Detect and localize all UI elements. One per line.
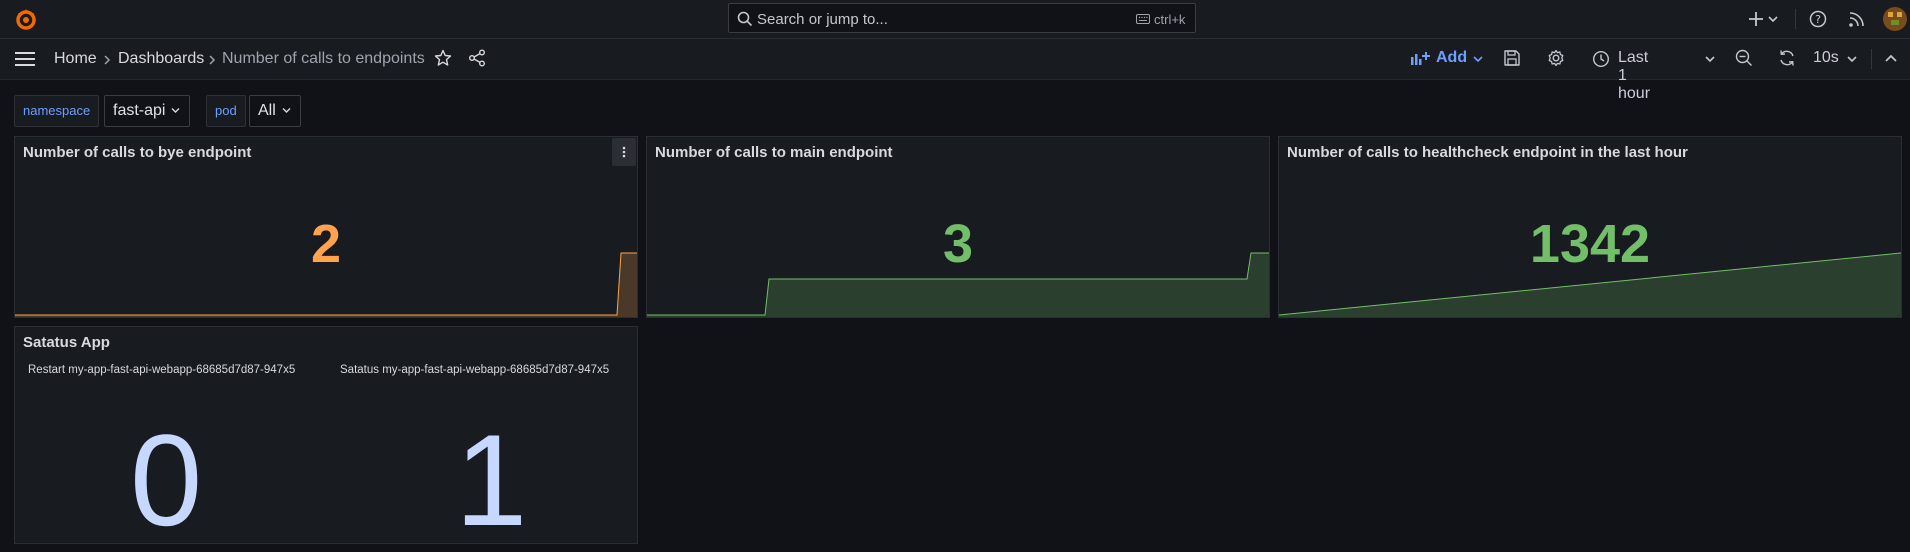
breadcrumb-dashboards[interactable]: Dashboards [118,50,204,68]
add-panel-icon [1411,52,1430,65]
plus-icon[interactable] [1748,10,1782,28]
star-icon[interactable] [434,49,452,67]
variable-pod-value: All [258,102,276,119]
status-stat-label: Satatus my-app-fast-api-webapp-68685d7d8… [340,364,610,376]
clock-icon [1592,50,1610,68]
restart-stat-value: 0 [130,407,203,544]
panel-title: Satatus App [23,334,110,351]
variable-namespace-select[interactable]: fast-api [104,95,190,127]
panel-menu-button[interactable] [612,138,636,166]
chevron-down-icon [1705,56,1715,63]
stat-value: 3 [942,214,974,274]
refresh-interval-label: 10s [1813,49,1839,66]
panel-title: Number of calls to bye endpoint [23,144,252,161]
time-range-label: Last 1 hour [1618,49,1651,102]
search-shortcut: ctrl+k [1154,12,1186,27]
panel-main-endpoint[interactable]: Number of calls to main endpoint 3 [646,136,1270,318]
chevron-down-icon [171,108,180,114]
add-button-label: Add [1436,49,1468,66]
dashboard-nav-bar: Home Dashboards Number of calls to endpo… [0,39,1910,102]
stat-value: 2 [310,214,342,274]
search-placeholder: Search or jump to... [757,11,888,28]
share-icon[interactable] [468,49,486,67]
breadcrumb-home[interactable]: Home [54,50,97,68]
chevron-right-icon [104,55,111,65]
top-bar: Search or jump to... ctrl+k ? [0,0,1910,39]
variable-pod-select[interactable]: All [249,95,301,127]
menu-icon[interactable] [15,51,35,67]
refresh-icon[interactable] [1778,49,1796,67]
gear-icon[interactable] [1547,49,1565,67]
variable-pod-label: pod [206,95,246,127]
variable-namespace-label: namespace [14,95,100,127]
chevron-up-icon[interactable] [1884,53,1898,63]
refresh-interval-picker[interactable]: 10s [1813,47,1863,71]
panel-bye-endpoint[interactable]: Number of calls to bye endpoint 2 [14,136,638,318]
stat-value: 1342 [1529,214,1651,274]
chevron-down-icon [1473,56,1483,63]
chevron-right-icon [209,55,216,65]
restart-stat-label: Restart my-app-fast-api-webapp-68685d7d8… [28,364,296,376]
chevron-down-icon [1847,56,1857,63]
panel-title: Number of calls to main endpoint [655,144,893,161]
help-icon[interactable]: ? [1809,10,1827,28]
search-input[interactable]: Search or jump to... ctrl+k [728,3,1196,33]
panel-title: Number of calls to healthcheck endpoint … [1287,144,1688,161]
panel-healthcheck-endpoint[interactable]: Number of calls to healthcheck endpoint … [1278,136,1902,318]
status-stat-value: 1 [455,407,528,544]
svg-text:?: ? [1815,13,1821,26]
search-icon [737,11,753,27]
more-vertical-icon [622,146,626,158]
user-avatar[interactable] [1883,7,1907,31]
save-icon[interactable] [1503,49,1521,67]
zoom-out-icon[interactable] [1735,49,1753,67]
grafana-logo[interactable] [14,7,38,31]
chevron-down-icon [282,108,291,114]
divider [1871,49,1872,69]
rss-news-icon[interactable] [1848,10,1866,28]
variable-namespace-value: fast-api [113,102,166,119]
panel-status-app[interactable]: Satatus App Restart my-app-fast-api-weba… [14,326,638,544]
keyboard-icon [1136,14,1150,24]
divider [1795,9,1796,29]
breadcrumb-current-dashboard: Number of calls to endpoints [222,50,425,67]
